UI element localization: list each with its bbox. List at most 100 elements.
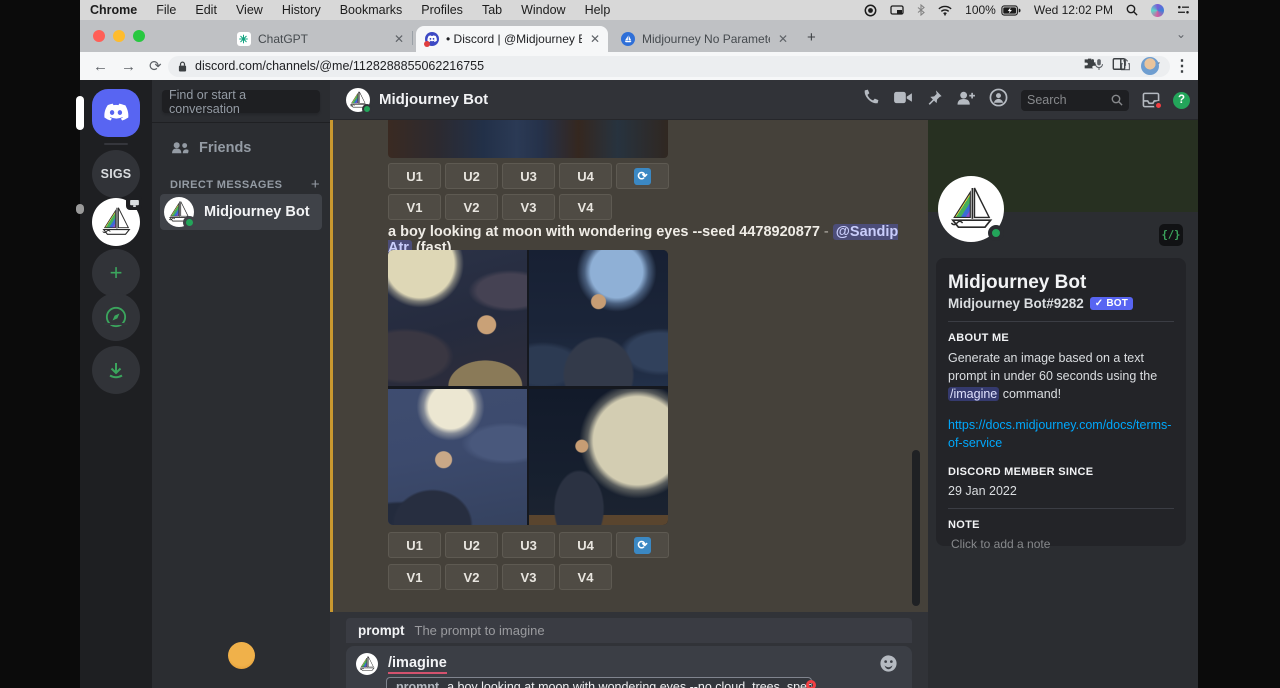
generated-image-partial[interactable] — [388, 120, 668, 158]
about-me-heading: ABOUT ME — [948, 332, 1174, 344]
profile-avatar[interactable] — [938, 176, 1004, 242]
address-bar[interactable]: discord.com/channels/@me/112828885506221… — [168, 56, 1170, 77]
menu-item-edit[interactable]: Edit — [195, 3, 217, 17]
tab-midjourney[interactable]: Midjourney No Parameter ✕ — [612, 26, 796, 52]
conversation-search-button[interactable]: Find or start a conversation — [162, 90, 320, 113]
server-unread-pill — [76, 204, 84, 214]
menu-item-history[interactable]: History — [282, 3, 321, 17]
create-dm-icon[interactable]: + — [311, 176, 320, 193]
generated-image-quadrant-4[interactable] — [529, 389, 668, 525]
profile-avatar[interactable] — [1141, 57, 1159, 75]
variation-button-v4[interactable]: V4 — [559, 564, 612, 590]
explore-servers-button[interactable] — [92, 293, 140, 341]
extensions-puzzle-icon[interactable] — [1083, 57, 1097, 76]
tab-search-chevron-icon[interactable]: ⌄ — [1176, 27, 1186, 41]
variation-button-v2[interactable]: V2 — [445, 194, 498, 220]
tab-close-icon[interactable]: ✕ — [778, 32, 788, 46]
side-panel-icon[interactable] — [1112, 57, 1126, 76]
supports-commands-badge: {/} — [1159, 224, 1183, 246]
back-button[interactable]: ← — [93, 58, 108, 75]
siri-icon[interactable] — [1151, 4, 1164, 17]
control-center-icon[interactable] — [1177, 5, 1190, 15]
reroll-button[interactable]: ⟳ — [616, 163, 669, 189]
emoji-picker-icon[interactable] — [879, 654, 898, 678]
voice-call-icon[interactable] — [861, 88, 880, 112]
site-lock-icon[interactable] — [178, 61, 187, 72]
upscale-button-u1[interactable]: U1 — [388, 163, 441, 189]
pin-icon[interactable] — [926, 89, 943, 111]
help-icon[interactable]: ? — [1173, 92, 1190, 109]
dm-header-label[interactable]: DIRECT MESSAGES — [170, 179, 282, 191]
upscale-button-u2[interactable]: U2 — [445, 532, 498, 558]
variation-button-v3[interactable]: V3 — [502, 194, 555, 220]
terms-link[interactable]: https://docs.midjourney.com/docs/terms-o… — [948, 417, 1174, 452]
window-close-button[interactable] — [93, 30, 105, 42]
menu-item-view[interactable]: View — [236, 3, 263, 17]
bluetooth-icon[interactable] — [917, 4, 925, 16]
menu-item-file[interactable]: File — [156, 3, 176, 17]
chat-scrollbar[interactable] — [912, 450, 920, 606]
current-user-avatar[interactable] — [228, 642, 255, 669]
generated-image-grid[interactable] — [388, 250, 668, 525]
download-apps-button[interactable] — [92, 346, 140, 394]
menu-item-chrome[interactable]: Chrome — [90, 3, 137, 17]
new-tab-button[interactable]: + — [807, 29, 816, 46]
imagine-command-pill[interactable]: /imagine — [948, 387, 999, 401]
tab-discord-active[interactable]: • Discord | @Midjourney Bot ✕ — [416, 26, 608, 52]
tab-close-icon[interactable]: ✕ — [394, 32, 404, 46]
upscale-button-u1[interactable]: U1 — [388, 532, 441, 558]
menu-item-profiles[interactable]: Profiles — [421, 3, 463, 17]
variation-button-v1[interactable]: V1 — [388, 564, 441, 590]
tab-close-icon[interactable]: ✕ — [590, 32, 600, 46]
slash-option-suggestion[interactable]: prompt The prompt to imagine — [346, 618, 912, 643]
url-text[interactable]: discord.com/channels/@me/112828885506221… — [195, 59, 484, 73]
window-minimize-button[interactable] — [113, 30, 125, 42]
user-profile-icon[interactable] — [989, 88, 1008, 112]
chat-header-avatar[interactable] — [346, 88, 370, 112]
tab-chatgpt[interactable]: ✳ ChatGPT ✕ — [228, 26, 412, 52]
browser-menu-dots-icon[interactable]: ⋮ — [1174, 56, 1190, 76]
variation-button-v3[interactable]: V3 — [502, 564, 555, 590]
dm-item-midjourney-bot[interactable]: Midjourney Bot — [160, 194, 322, 230]
upscale-button-u4[interactable]: U4 — [559, 532, 612, 558]
prompt-option-value[interactable]: a boy looking at moon with wondering eye… — [447, 680, 812, 688]
wifi-icon[interactable] — [938, 5, 952, 16]
reroll-button[interactable]: ⟳ — [616, 532, 669, 558]
profile-tag: Midjourney Bot#9282 — [948, 296, 1084, 311]
display-mirroring-icon[interactable] — [890, 5, 904, 16]
inbox-icon[interactable] — [1142, 91, 1160, 109]
window-zoom-button[interactable] — [133, 30, 145, 42]
message-composer[interactable]: /imagine prompt a boy looking at moon wi… — [346, 646, 912, 688]
generated-image-quadrant-3[interactable] — [388, 389, 527, 525]
forward-button[interactable]: → — [121, 58, 136, 75]
add-server-button[interactable]: + — [92, 249, 140, 297]
chat-highlight-line — [330, 120, 333, 612]
variation-button-v4[interactable]: V4 — [559, 194, 612, 220]
menu-item-help[interactable]: Help — [585, 3, 611, 17]
upscale-button-u2[interactable]: U2 — [445, 163, 498, 189]
sidebar-item-friends[interactable]: Friends — [160, 130, 322, 166]
spotlight-icon[interactable] — [1126, 4, 1138, 16]
screen-record-icon[interactable] — [864, 4, 877, 17]
variation-button-v2[interactable]: V2 — [445, 564, 498, 590]
upscale-button-u3[interactable]: U3 — [502, 532, 555, 558]
generated-image-quadrant-2[interactable] — [529, 250, 668, 386]
upscale-button-u3[interactable]: U3 — [502, 163, 555, 189]
menubar-clock[interactable]: Wed 12:02 PM — [1034, 3, 1113, 17]
upscale-button-u4[interactable]: U4 — [559, 163, 612, 189]
server-sigs[interactable]: SIGS — [92, 150, 140, 198]
menu-item-tab[interactable]: Tab — [482, 3, 502, 17]
variation-button-v1[interactable]: V1 — [388, 194, 441, 220]
note-input-placeholder[interactable]: Click to add a note — [948, 537, 1174, 551]
reload-button[interactable]: ⟳ — [149, 57, 162, 75]
midjourney-bot-avatar — [356, 653, 378, 675]
prompt-option-input[interactable]: prompt a boy looking at moon with wonder… — [386, 677, 812, 688]
add-friends-to-dm-icon[interactable] — [956, 90, 976, 111]
menu-item-window[interactable]: Window — [521, 3, 565, 17]
chat-search-input[interactable]: Search — [1021, 90, 1129, 111]
server-midjourney[interactable] — [92, 198, 140, 246]
generated-image-quadrant-1[interactable] — [388, 250, 527, 386]
menu-item-bookmarks[interactable]: Bookmarks — [340, 3, 403, 17]
video-call-icon[interactable] — [893, 90, 913, 110]
discord-home-button[interactable] — [92, 89, 140, 137]
